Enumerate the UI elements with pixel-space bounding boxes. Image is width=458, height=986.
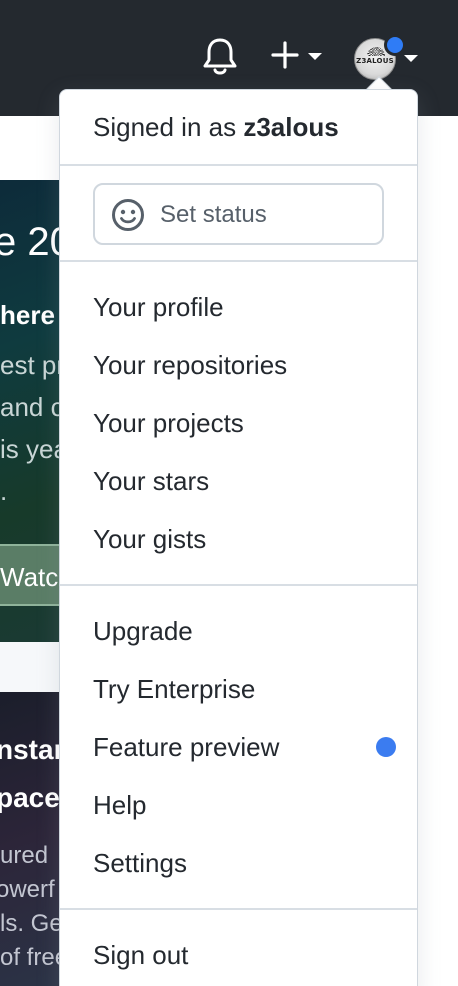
menu-item-your-repositories[interactable]: Your repositories <box>93 350 287 381</box>
hero-banner: e 20 here est pr and c is yea . Watch <box>0 180 60 642</box>
codespaces-title-line: nstan <box>0 734 60 765</box>
user-menu-button[interactable]: Z3ALOUS <box>354 34 424 84</box>
divider <box>60 260 417 262</box>
hero-title: e 20 <box>0 220 60 264</box>
set-status-label: Set status <box>160 201 267 228</box>
bell-icon[interactable] <box>202 36 238 76</box>
divider <box>60 584 417 586</box>
section-gap <box>0 642 60 692</box>
signed-in-prefix: Signed in as <box>93 112 244 142</box>
menu-item-your-projects[interactable]: Your projects <box>93 408 244 439</box>
signed-in-label: Signed in as z3alous <box>93 112 339 143</box>
notification-dot <box>384 34 406 56</box>
menu-item-feature-preview[interactable]: Feature preview <box>93 732 279 763</box>
set-status-button[interactable]: Set status <box>93 183 384 245</box>
watch-button[interactable]: Watch <box>0 544 60 606</box>
user-dropdown-menu: Signed in as z3alous Set status Your pro… <box>59 89 418 986</box>
codespaces-text-line: ls. Ge <box>0 910 60 937</box>
hero-text-line: est pr <box>0 350 60 380</box>
username: z3alous <box>243 112 339 142</box>
menu-item-your-stars[interactable]: Your stars <box>93 466 209 497</box>
menu-item-help[interactable]: Help <box>93 790 146 821</box>
chevron-down-icon <box>308 53 322 60</box>
sun-logo-icon <box>367 47 385 56</box>
chevron-down-icon <box>404 55 418 62</box>
hero-subtitle: here <box>0 300 55 330</box>
hero-text-line: . <box>0 476 8 506</box>
hero-text-line: is yea <box>0 434 60 464</box>
codespaces-text-line: ured <box>0 842 49 869</box>
codespaces-banner: nstan pace ured owerf ls. Ge of free <box>0 692 60 986</box>
smiley-icon <box>111 198 145 232</box>
menu-item-settings[interactable]: Settings <box>93 848 187 879</box>
feature-preview-dot <box>376 737 396 757</box>
avatar-text: Z3ALOUS <box>356 57 394 65</box>
divider <box>60 164 417 166</box>
hero-text-line: and c <box>0 392 60 422</box>
create-new-menu-button[interactable] <box>270 40 326 74</box>
menu-item-try-enterprise[interactable]: Try Enterprise <box>93 674 255 705</box>
divider <box>60 908 417 910</box>
menu-item-sign-out[interactable]: Sign out <box>93 940 188 971</box>
plus-icon <box>270 40 300 75</box>
menu-item-your-gists[interactable]: Your gists <box>93 524 206 555</box>
menu-item-your-profile[interactable]: Your profile <box>93 292 224 323</box>
codespaces-text-line: owerf <box>0 876 55 903</box>
codespaces-title-line: pace <box>0 782 60 813</box>
menu-item-upgrade[interactable]: Upgrade <box>93 616 193 647</box>
codespaces-text-line: of free <box>0 944 60 971</box>
watch-button-label: Watch <box>0 562 60 592</box>
